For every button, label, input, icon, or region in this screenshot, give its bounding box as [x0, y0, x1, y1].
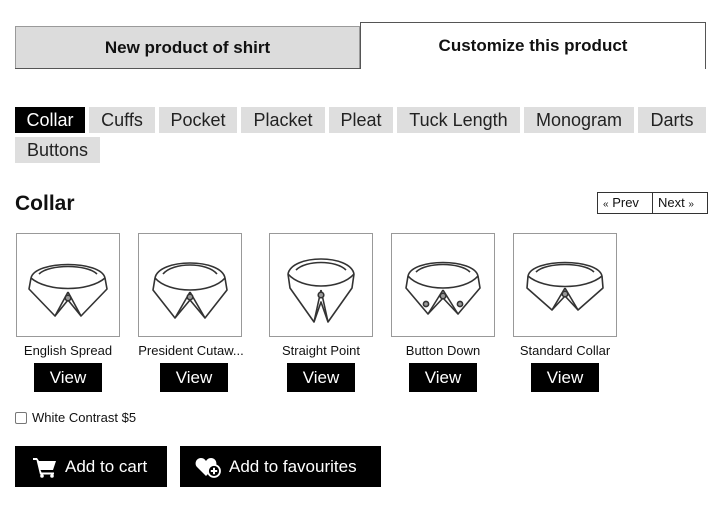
president-cutaway-collar-icon[interactable] — [138, 233, 242, 337]
next-label: Next — [658, 195, 685, 210]
prev-label: Prev — [612, 195, 639, 210]
double-chevron-right-icon: » — [688, 199, 694, 210]
collar-label: Standard Collar — [519, 343, 611, 358]
subtab-tuck-length[interactable]: Tuck Length — [397, 107, 520, 133]
white-contrast-label: White Contrast $5 — [32, 410, 137, 425]
standard-collar-icon[interactable] — [513, 233, 617, 337]
view-straight-point-button[interactable]: View — [287, 363, 355, 392]
prev-button[interactable]: « Prev — [598, 193, 653, 213]
view-president-cutaway-button[interactable]: View — [160, 363, 228, 392]
heart-plus-icon — [195, 456, 221, 478]
collar-label: English Spread — [23, 343, 113, 358]
subtab-buttons[interactable]: Buttons — [15, 137, 100, 163]
add-to-cart-button[interactable]: Add to cart — [15, 446, 167, 487]
subtab-collar[interactable]: Collar — [15, 107, 85, 133]
add-to-cart-label: Add to cart — [65, 456, 148, 476]
collar-label: Straight Point — [281, 343, 361, 358]
double-chevron-left-icon: « — [603, 199, 609, 210]
section-title: Collar — [15, 192, 75, 215]
button-down-collar-icon[interactable] — [391, 233, 495, 337]
white-contrast-option: White Contrast $5 — [15, 410, 136, 425]
product-tabs: New product of shirt Customize this prod… — [15, 22, 706, 69]
subtab-cuffs[interactable]: Cuffs — [89, 107, 155, 133]
white-contrast-checkbox[interactable] — [15, 411, 27, 424]
next-button[interactable]: Next » — [653, 193, 707, 213]
view-button-down-button[interactable]: View — [409, 363, 477, 392]
pager: « Prev Next » — [597, 192, 708, 214]
subtab-pocket[interactable]: Pocket — [159, 107, 237, 133]
subtab-placket[interactable]: Placket — [241, 107, 325, 133]
shopping-cart-icon — [33, 456, 57, 478]
subtab-monogram[interactable]: Monogram — [524, 107, 634, 133]
collar-label: Button Down — [405, 343, 481, 358]
tab-customize-product[interactable]: Customize this product — [360, 22, 706, 69]
tab-new-product[interactable]: New product of shirt — [15, 26, 360, 69]
add-to-favourites-button[interactable]: Add to favourites — [180, 446, 381, 487]
straight-point-collar-icon[interactable] — [269, 233, 373, 337]
view-english-spread-button[interactable]: View — [34, 363, 102, 392]
collar-label: President Cutaw... — [138, 343, 244, 358]
add-to-favourites-label: Add to favourites — [229, 456, 357, 476]
subtab-pleat[interactable]: Pleat — [329, 107, 393, 133]
view-standard-collar-button[interactable]: View — [531, 363, 599, 392]
subtab-darts[interactable]: Darts — [638, 107, 706, 133]
english-spread-collar-icon[interactable] — [16, 233, 120, 337]
